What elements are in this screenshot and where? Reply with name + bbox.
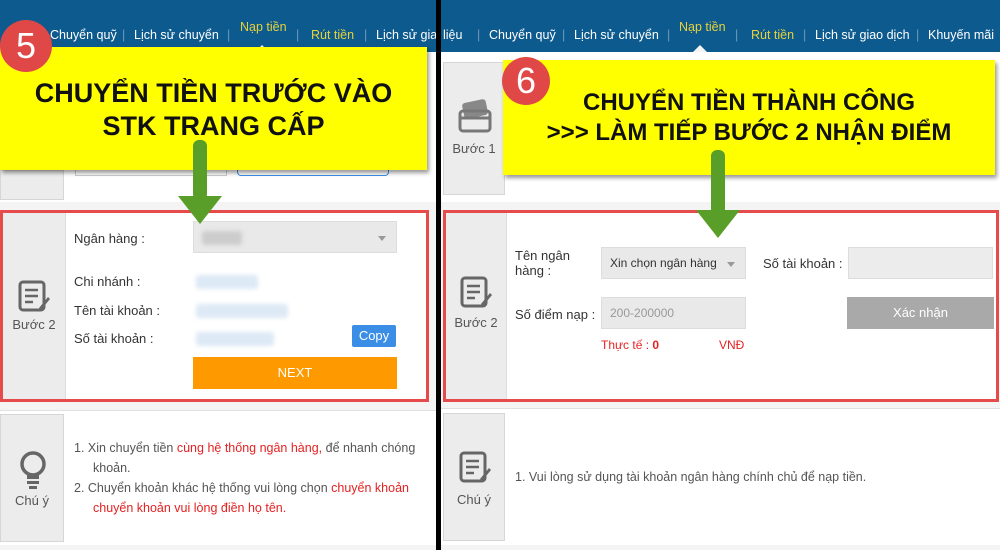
step2-highlight: Bước 2 Ngân hàng : Chi nhánh : Tên tài k… [0, 210, 429, 402]
arrow-head [696, 210, 740, 238]
step1-select[interactable] [237, 170, 389, 176]
callout-line: STK TRANG CẤP [102, 111, 325, 141]
credit-card-icon [458, 99, 492, 133]
step2-sidecol: Bước 2 [3, 213, 66, 399]
form-edit-icon [459, 451, 491, 483]
arrow-down-icon [193, 140, 207, 200]
nav-separator: | [803, 28, 807, 42]
note-label: Chú ý [457, 492, 491, 507]
right-screenshot: liệu | Chuyển quỹ | Lịch sử chuyển | Nạp… [441, 0, 1000, 550]
note-highlight: chuyển khoản vui lòng điền họ tên. [93, 501, 287, 515]
form-edit-icon [18, 280, 50, 312]
account-name-label: Tên tài khoản : [74, 303, 160, 318]
nav-separator: | [735, 28, 739, 42]
bank-label: Ngân hàng : [74, 231, 145, 246]
nav-nap-tien[interactable]: Nạp tiền [679, 20, 726, 34]
account-number-input[interactable] [848, 247, 993, 279]
note-item-1: 1. Vui lòng sử dụng tài khoản ngân hàng … [515, 470, 867, 484]
step2-label: Bước 2 [12, 317, 56, 332]
branch-label: Chi nhánh : [74, 274, 141, 289]
nav-lich-su-chuyen[interactable]: Lịch sử chuyển [574, 28, 659, 42]
step-badge: 6 [502, 57, 550, 105]
currency-label: VNĐ [719, 338, 745, 352]
nav-chuyen-quy[interactable]: Chuyển quỹ [50, 28, 117, 42]
step-badge: 5 [0, 20, 52, 72]
bank-select[interactable]: Xin chọn ngân hàng [601, 247, 746, 279]
nav-separator: | [364, 28, 368, 42]
nav-nap-tien[interactable]: Nạp tiền [240, 20, 287, 34]
account-number-label: Số tài khoản : [763, 256, 843, 271]
account-number-blurred [196, 332, 274, 346]
note-item-1: 1. Xin chuyển tiền cùng hệ thống ngân hà… [74, 438, 415, 478]
callout-line: CHUYỂN TIỀN THÀNH CÔNG [582, 89, 915, 116]
points-label: Số điểm nạp : [515, 307, 596, 322]
nav-lich-su-giao-dich[interactable]: Lịch sử giao [376, 28, 436, 42]
nav-separator: | [562, 28, 566, 42]
lightbulb-icon [20, 451, 46, 489]
note-sidecol: Chú ý [443, 413, 505, 541]
actual-label: Thực tế : 0 [601, 338, 659, 352]
note-section: Chú ý 1. Vui lòng sử dụng tài khoản ngân… [441, 408, 1000, 545]
nav-lich-su-giao-dich[interactable]: Lịch sử giao dịch [815, 28, 910, 42]
step2-sidecol: Bước 2 [446, 213, 507, 399]
account-name-blurred [196, 304, 288, 318]
nav-rut-tien[interactable]: Rút tiền [751, 28, 794, 42]
nav-lich-su-chuyen[interactable]: Lịch sử chuyển [134, 28, 219, 42]
step1-label: Bước 1 [452, 141, 496, 156]
actual-label-text: Thực tế : [601, 338, 650, 352]
nav-separator: | [916, 28, 920, 42]
note-highlight: cùng hệ thống ngân hàng, [176, 441, 323, 455]
copy-button[interactable]: Copy [352, 325, 396, 347]
nav-separator: | [296, 28, 300, 42]
top-nav: liệu | Chuyển quỹ | Lịch sử chuyển | Nạp… [441, 0, 1000, 52]
arrow-head [178, 196, 222, 224]
form-edit-icon [460, 276, 492, 308]
bank-select[interactable] [193, 221, 397, 253]
note-item-2: 2. Chuyển khoản khác hệ thống vui lòng c… [74, 478, 409, 518]
points-input[interactable]: 200-200000 [601, 297, 746, 329]
callout-line: >>> LÀM TIẾP BƯỚC 2 NHẬN ĐIỂM [546, 119, 952, 146]
actual-value: 0 [652, 338, 660, 352]
note-label: Chú ý [15, 493, 49, 508]
note-section: Chú ý 1. Xin chuyển tiền cùng hệ thống n… [0, 410, 436, 545]
callout-line: CHUYỂN TIỀN TRƯỚC VÀO [34, 78, 393, 108]
left-screenshot: Chuyển quỹ | Lịch sử chuyển | Nạp tiền |… [0, 0, 436, 550]
note-highlight: chuyển khoản [331, 481, 409, 495]
nav-separator: | [122, 28, 126, 42]
next-button[interactable]: NEXT [193, 357, 397, 389]
callout-step6: CHUYỂN TIỀN THÀNH CÔNG >>> LÀM TIẾP BƯỚC… [503, 60, 995, 175]
nav-separator: | [227, 28, 231, 42]
callout-step5: CHUYỂN TIỀN TRƯỚC VÀO STK TRANG CẤP [0, 47, 427, 170]
note-text: khoản. [93, 461, 131, 475]
active-tab-caret [693, 45, 707, 52]
nav-tai-lieu[interactable]: liệu [443, 28, 462, 42]
note-text: 1. Xin chuyển tiền [74, 441, 177, 455]
nav-separator: | [477, 28, 481, 42]
nav-chuyen-quy[interactable]: Chuyển quỹ [489, 28, 556, 42]
step2-highlight: Bước 2 Tên ngân hàng : Xin chọn ngân hàn… [443, 210, 999, 402]
step1-sidecol [0, 170, 64, 200]
note-text: để nhanh chóng [322, 441, 416, 455]
branch-value-blurred [196, 275, 258, 289]
chevron-down-icon [727, 262, 735, 267]
nav-separator: | [667, 28, 671, 42]
arrow-down-icon [711, 150, 725, 215]
step2-label: Bước 2 [454, 315, 498, 330]
nav-rut-tien[interactable]: Rút tiền [311, 28, 354, 42]
note-sidecol: Chú ý [0, 414, 64, 542]
note-text: 2. Chuyển khoản khác hệ thống vui lòng c… [74, 481, 332, 495]
top-nav: Chuyển quỹ | Lịch sử chuyển | Nạp tiền |… [0, 0, 436, 52]
bank-select-value: Xin chọn ngân hàng [610, 256, 717, 270]
nav-khuyen-mai[interactable]: Khuyến mãi [928, 28, 994, 42]
step1-sidecol: Bước 1 [443, 62, 505, 195]
bank-name-label: Tên ngân hàng : [515, 248, 570, 278]
account-number-label: Số tài khoản : [74, 331, 154, 346]
chevron-down-icon [378, 236, 386, 241]
confirm-button[interactable]: Xác nhận [847, 297, 994, 329]
